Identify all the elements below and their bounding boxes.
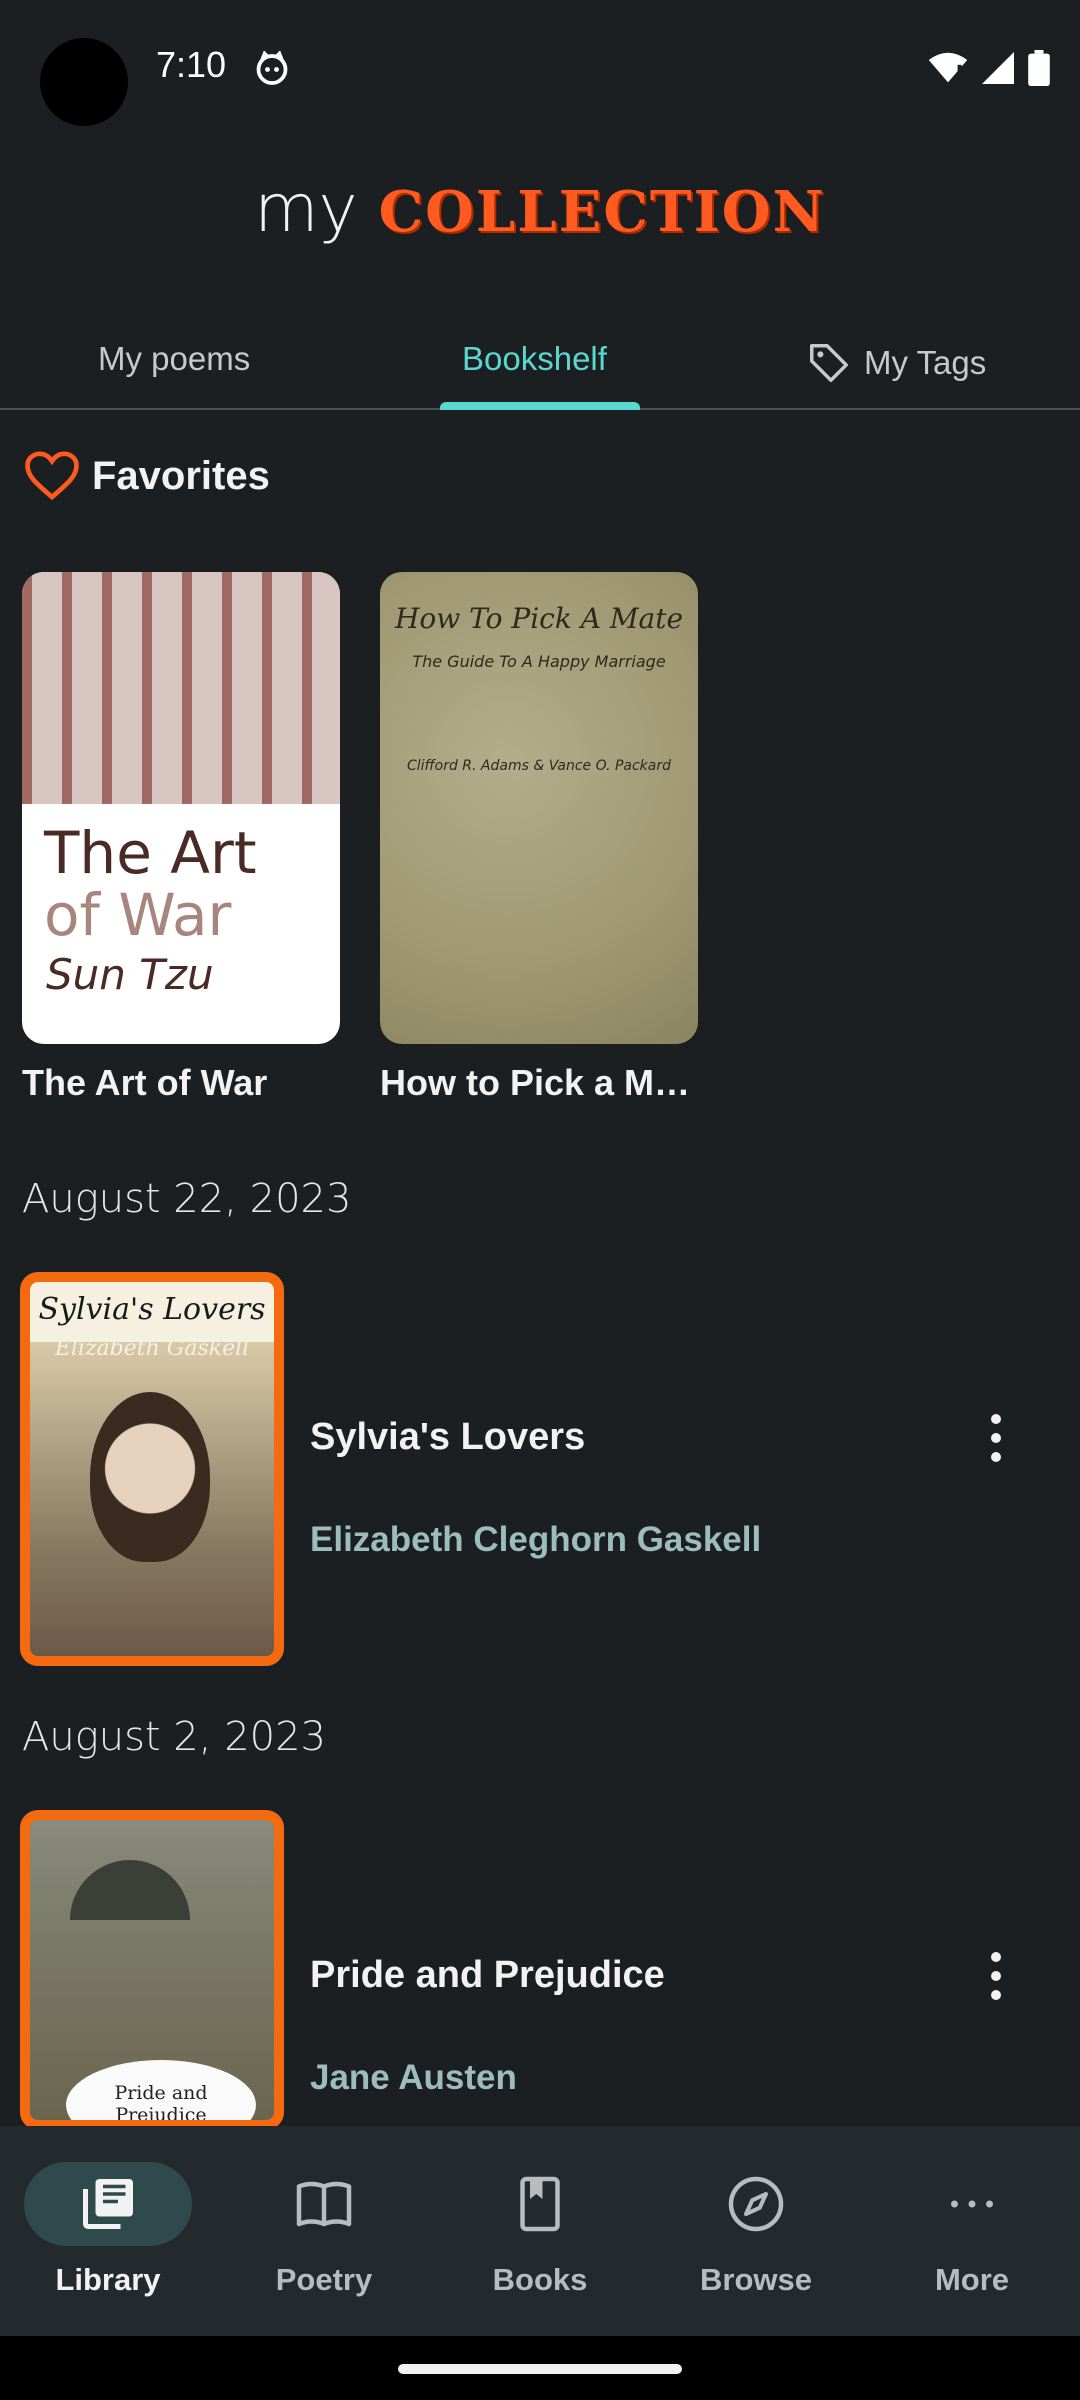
nav-poetry[interactable]: Poetry xyxy=(216,2126,432,2336)
cover-author: Clifford R. Adams & Vance O. Packard xyxy=(406,758,672,774)
open-book-icon xyxy=(296,2181,352,2227)
app-title-brand: COLLECTION xyxy=(378,179,826,245)
cover-calligraphy-art xyxy=(22,572,340,804)
heart-icon xyxy=(25,451,79,501)
cat-notification-icon xyxy=(256,50,288,85)
book-cover-sylvias-lovers[interactable]: Sylvia's Lovers Elizabeth Gaskell xyxy=(20,1272,284,1666)
nav-books[interactable]: Books xyxy=(432,2126,648,2336)
active-tab-indicator xyxy=(440,402,640,410)
tab-label: My Tags xyxy=(864,344,987,381)
tab-label: Bookshelf xyxy=(462,340,607,377)
nav-more[interactable]: More xyxy=(864,2126,1080,2336)
compass-icon xyxy=(728,2176,784,2232)
tab-my-poems[interactable]: My poems xyxy=(98,340,250,378)
cover-author: Elizabeth Gaskell xyxy=(54,1336,250,1361)
cover-umbrella-art xyxy=(70,1860,190,1920)
battery-icon xyxy=(1028,50,1050,86)
wifi-icon xyxy=(928,52,968,83)
more-options-icon[interactable] xyxy=(976,1408,1016,1468)
cover-subtitle: The Guide To A Happy Marriage xyxy=(412,652,666,671)
camera-cutout xyxy=(40,38,128,126)
tab-label: My poems xyxy=(98,340,251,377)
favorite-book-title[interactable]: The Art of War xyxy=(22,1062,340,1104)
cover-text: Sylvia's Lovers xyxy=(38,1292,266,1327)
cover-text: How To Pick A Mate xyxy=(394,602,684,635)
cover-author: Sun Tzu xyxy=(46,950,214,999)
home-gesture-bar[interactable] xyxy=(398,2364,682,2374)
nav-label: Browse xyxy=(700,2262,812,2297)
status-icons xyxy=(928,48,1050,88)
nav-label: Books xyxy=(492,2262,588,2297)
app-title-prefix: my xyxy=(254,170,358,247)
favorite-book-title[interactable]: How to Pick a M… xyxy=(380,1062,698,1104)
cover-text: Pride and Prejudice xyxy=(114,2082,208,2126)
date-header: August 22, 2023 xyxy=(22,1176,352,1222)
nav-label: More xyxy=(934,2262,1010,2297)
more-horizontal-icon xyxy=(951,2200,993,2208)
library-icon xyxy=(83,2179,133,2229)
app-title: my COLLECTION xyxy=(0,170,1080,247)
book-title[interactable]: Sylvia's Lovers xyxy=(310,1416,585,1459)
status-time: 7:10 xyxy=(156,44,227,85)
book-title[interactable]: Pride and Prejudice xyxy=(310,1954,665,1997)
signal-icon xyxy=(982,52,1014,84)
cover-text: of War xyxy=(44,881,232,949)
book-cover-art-of-war[interactable]: The Art of War Sun Tzu xyxy=(22,572,340,1044)
cover-portrait xyxy=(90,1392,210,1562)
cover-text: The Art xyxy=(44,819,257,887)
favorites-header: Favorites xyxy=(24,450,270,502)
favorites-title: Favorites xyxy=(92,453,270,498)
more-options-icon[interactable] xyxy=(976,1946,1016,2006)
book-author: Elizabeth Cleghorn Gaskell xyxy=(310,1520,762,1559)
tab-bookshelf[interactable]: Bookshelf xyxy=(462,340,607,378)
nav-label: Library xyxy=(55,2262,161,2297)
book-cover-how-to-pick-a-mate[interactable]: How To Pick A Mate The Guide To A Happy … xyxy=(380,572,698,1044)
nav-library[interactable]: Library xyxy=(0,2126,216,2336)
bottom-navigation: Library Poetry Books Browse More xyxy=(0,2126,1080,2336)
date-header: August 2, 2023 xyxy=(22,1714,326,1760)
bookmark-book-icon xyxy=(520,2176,560,2232)
tab-my-tags[interactable]: My Tags xyxy=(806,340,986,386)
tab-bar: My poems Bookshelf My Tags xyxy=(0,320,1080,410)
nav-label: Poetry xyxy=(275,2262,373,2297)
book-author: Jane Austen xyxy=(310,2058,517,2097)
book-cover-pride-and-prejudice[interactable]: Pride and Prejudice xyxy=(20,1810,284,2130)
tag-icon xyxy=(810,344,848,382)
nav-browse[interactable]: Browse xyxy=(648,2126,864,2336)
